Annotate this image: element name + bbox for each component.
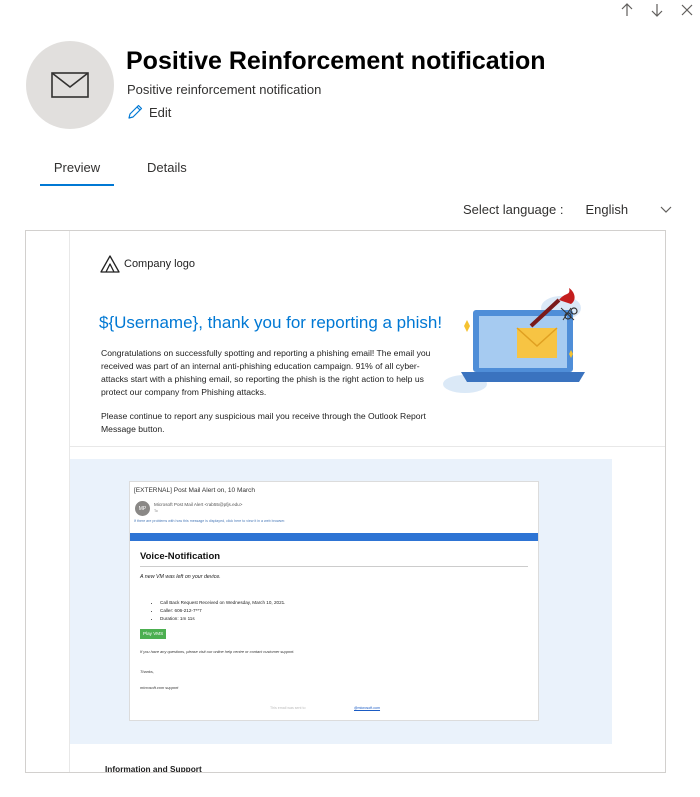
language-label: Select language : [463, 202, 564, 217]
voice-notification-divider [140, 566, 528, 567]
vm-detail-callback: Call Back Request Received on Wednesday,… [160, 599, 285, 607]
logo-icon [100, 255, 120, 273]
tab-details[interactable]: Details [147, 154, 187, 186]
chevron-down-icon [660, 206, 672, 213]
sample-email-band: [EXTERNAL] Post Mail Alert on, 10 March … [70, 459, 612, 744]
vm-intro: A new VM was left on your device. [140, 574, 221, 580]
pencil-icon [128, 104, 143, 119]
tab-preview[interactable]: Preview [40, 154, 114, 186]
arrow-down-icon[interactable] [650, 2, 664, 18]
footer-note: This email was sent to [270, 706, 306, 710]
info-support-heading: Information and Support [105, 764, 202, 773]
close-icon[interactable] [680, 2, 694, 18]
page-title: Positive Reinforcement notification [126, 47, 546, 75]
page-subtitle: Positive reinforcement notification [127, 82, 322, 97]
voice-notification-title: Voice-Notification [140, 551, 221, 562]
footer-link: @microsoft.com [354, 706, 381, 710]
email-preview: Company logo ${Username}, thank you for … [25, 230, 666, 773]
logo-text: Company logo [124, 258, 195, 270]
vm-details: Call Back Request Received on Wednesday,… [160, 599, 285, 623]
email-headline: ${Username}, thank you for reporting a p… [99, 313, 443, 332]
voice-notification-bar [130, 533, 538, 541]
sample-email-sender: Microsoft Post Mail Alert <rab55@pfjs.ed… [154, 502, 243, 507]
tab-bar: Preview Details [40, 154, 187, 186]
email-paragraph-2: Please continue to report any suspicious… [101, 411, 426, 434]
sample-email-info-bar: If there are problems with how this mess… [134, 519, 286, 523]
edit-label: Edit [149, 104, 172, 120]
company-logo: Company logo [100, 255, 195, 273]
sample-email-to: To [154, 509, 158, 513]
language-dropdown[interactable]: English [585, 202, 672, 217]
language-value: English [585, 202, 629, 217]
email-paragraph-1: Congratulations on successfully spotting… [101, 348, 431, 397]
play-vms-button: Play VMS [140, 629, 167, 639]
sender-avatar: MP [135, 501, 150, 516]
section-divider [70, 446, 665, 447]
sample-email-subject: [EXTERNAL] Post Mail Alert on, 10 March [134, 487, 256, 494]
vm-detail-caller: Caller: 606-212-7**7 [160, 607, 285, 615]
envelope-icon [51, 72, 89, 98]
vm-detail-duration: Duration: 1m 11s [160, 615, 285, 623]
item-navigation [620, 0, 694, 20]
signature-text: microsoft.com support [140, 685, 179, 690]
language-selector: Select language : English [463, 202, 672, 217]
avatar [26, 41, 114, 129]
laptop-phishing-illustration [443, 288, 585, 393]
thanks-text: Thanks, [140, 669, 154, 674]
sample-email-screenshot: [EXTERNAL] Post Mail Alert on, 10 March … [129, 481, 539, 721]
arrow-up-icon[interactable] [620, 2, 634, 18]
email-body: Company logo ${Username}, thank you for … [69, 231, 665, 773]
help-text: If you have any questions, please visit … [140, 649, 295, 654]
edit-button[interactable]: Edit [127, 104, 171, 120]
